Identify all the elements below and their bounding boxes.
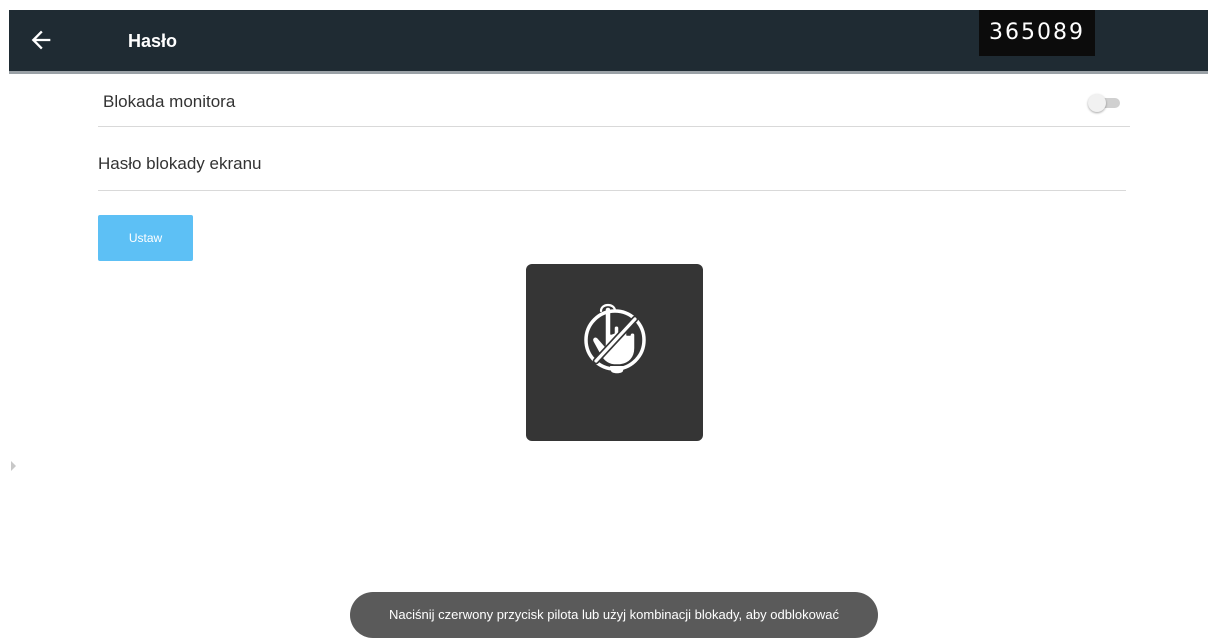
- screen-lock-password-label: Hasło blokady ekranu: [98, 154, 262, 173]
- screen-lock-password-row[interactable]: Hasło blokady ekranu: [98, 140, 1126, 191]
- app-bar: Hasło 365089: [9, 10, 1208, 74]
- side-panel-handle[interactable]: [11, 461, 16, 471]
- unlock-toast: Naciśnij czerwony przycisk pilota lub uż…: [350, 592, 878, 638]
- device-code-badge: 365089: [979, 10, 1095, 56]
- set-button[interactable]: Ustaw: [98, 215, 193, 261]
- arrow-left-icon: [31, 30, 51, 50]
- monitor-lock-label: Blokada monitora: [103, 92, 236, 111]
- back-button[interactable]: [27, 26, 55, 54]
- toggle-thumb: [1088, 94, 1106, 112]
- page-title: Hasło: [128, 31, 178, 51]
- monitor-lock-row[interactable]: Blokada monitora: [98, 78, 1130, 127]
- touch-lock-overlay: [526, 264, 703, 441]
- touch-disabled-icon: [584, 303, 646, 374]
- monitor-lock-toggle[interactable]: [1088, 94, 1122, 112]
